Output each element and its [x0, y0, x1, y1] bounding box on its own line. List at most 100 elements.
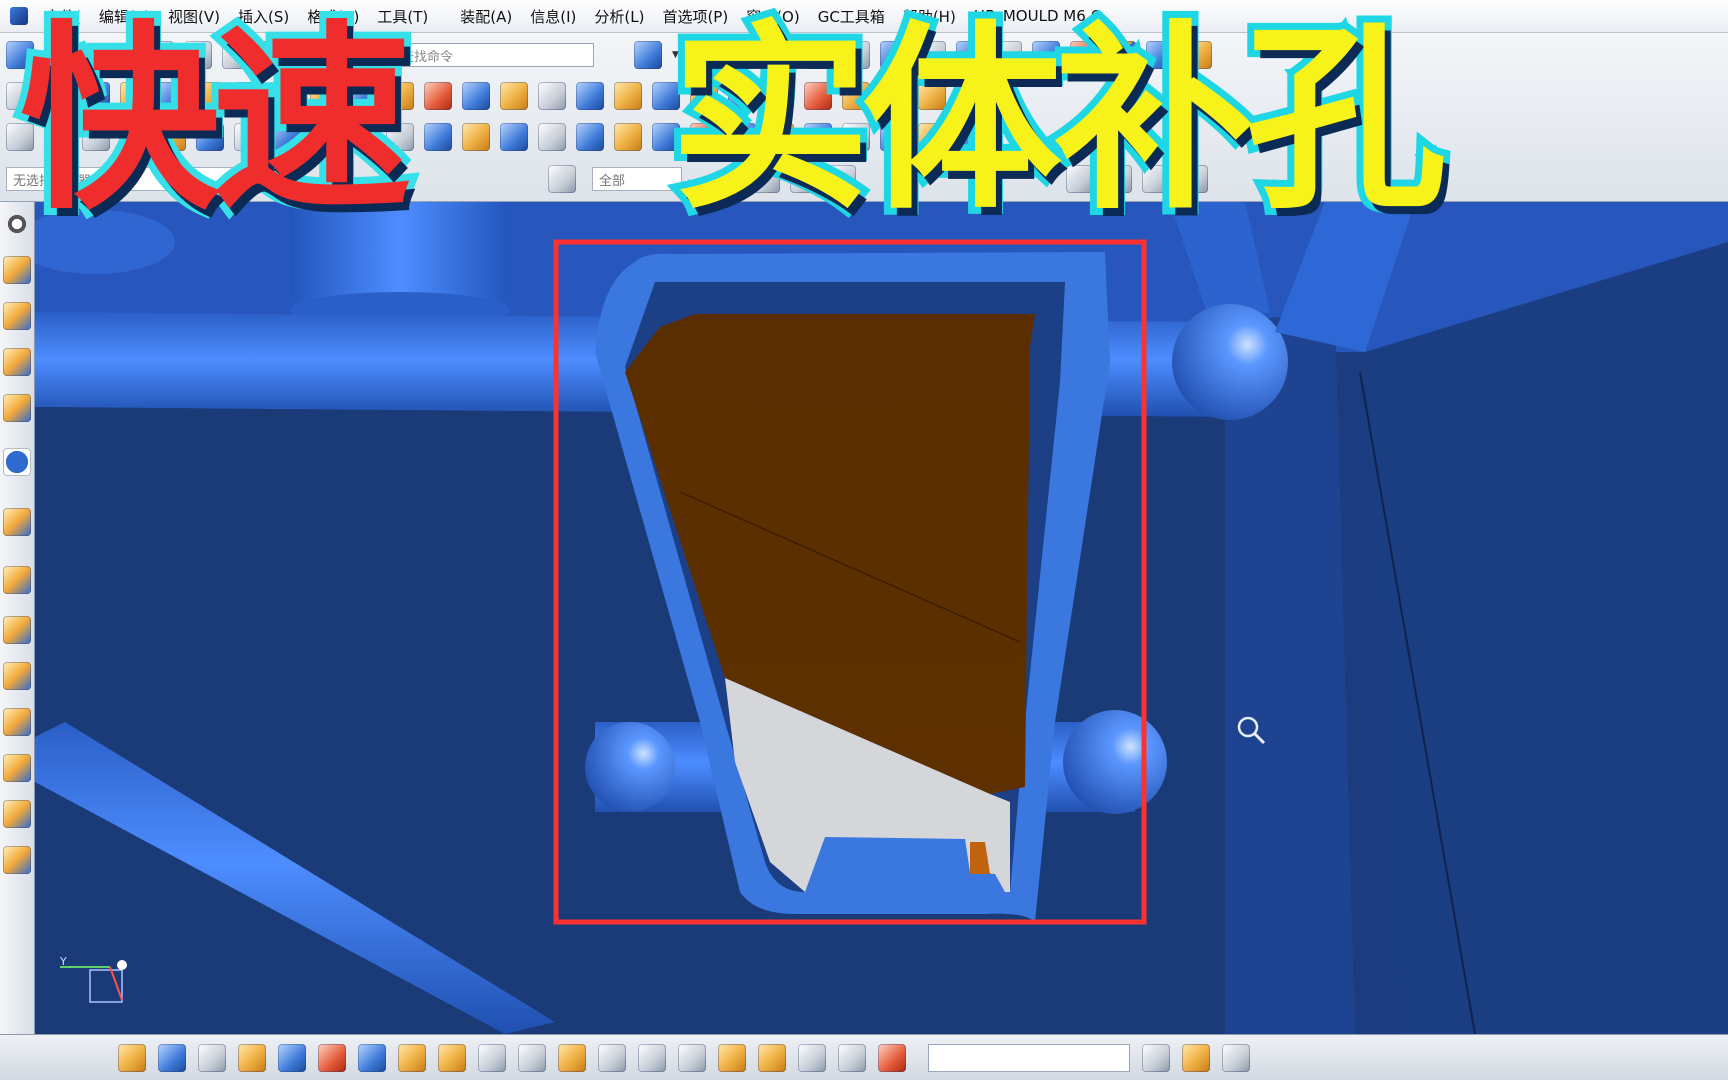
roles-icon[interactable] — [3, 754, 31, 782]
sew-icon[interactable] — [880, 82, 908, 110]
assembly-navigator-icon[interactable] — [3, 256, 31, 284]
clearance-icon[interactable] — [638, 1043, 666, 1072]
pad-icon[interactable] — [386, 82, 414, 110]
explode-view-icon[interactable] — [518, 1043, 546, 1072]
project-curve-icon[interactable] — [234, 123, 262, 151]
menu-assembly[interactable]: 装配(A) — [451, 6, 521, 27]
snap-icon[interactable] — [1108, 41, 1136, 69]
cylinder-icon[interactable] — [158, 82, 186, 110]
web-browser-icon[interactable] — [3, 508, 31, 536]
patch-icon[interactable] — [842, 82, 870, 110]
mirror-icon[interactable] — [918, 82, 946, 110]
point-icon[interactable] — [120, 123, 148, 151]
chevron-down-icon[interactable]: ▼ — [672, 51, 680, 60]
assembly-icon[interactable] — [118, 1043, 146, 1072]
gear-icon[interactable] — [1184, 41, 1212, 69]
n-sided-icon[interactable] — [576, 123, 604, 151]
arc-icon[interactable] — [44, 123, 72, 151]
remember-constraints-icon[interactable] — [478, 1043, 506, 1072]
move-component-icon[interactable] — [358, 1043, 386, 1072]
join-curve-icon[interactable] — [348, 123, 376, 151]
snap-center-icon[interactable] — [1142, 165, 1170, 193]
lasso-icon[interactable] — [828, 165, 856, 193]
menu-file[interactable]: 文件( — [36, 6, 90, 27]
bounded-plane-icon[interactable] — [614, 123, 642, 151]
process-studio-icon[interactable] — [3, 662, 31, 690]
add-component-icon[interactable] — [198, 1043, 226, 1072]
menu-edit[interactable]: 编辑(E) — [90, 6, 159, 27]
family-icon[interactable] — [758, 1043, 786, 1072]
csys-icon[interactable] — [1070, 41, 1098, 69]
database-icon[interactable] — [956, 41, 984, 69]
delete-icon[interactable] — [878, 1043, 906, 1072]
silhouette-icon[interactable] — [880, 123, 908, 151]
sketch-icon[interactable] — [6, 82, 34, 110]
split-body-icon[interactable] — [576, 82, 604, 110]
menu-window[interactable]: 窗口(O) — [737, 6, 809, 27]
menu-tools[interactable]: 工具(T) — [368, 6, 437, 27]
system-scenes-icon[interactable] — [3, 800, 31, 828]
redo-icon[interactable] — [336, 41, 364, 69]
info-icon[interactable] — [3, 448, 31, 476]
menu-hb-mould[interactable]: HB_MOULD M6.6 — [965, 7, 1109, 25]
x-form-icon[interactable] — [956, 123, 984, 151]
unite-icon[interactable] — [424, 82, 452, 110]
reuse-library-icon[interactable] — [3, 394, 31, 422]
thicken-icon[interactable] — [728, 123, 756, 151]
palette-icon[interactable] — [548, 165, 576, 193]
graphics-viewport[interactable] — [35, 202, 1728, 1034]
gear-icon[interactable] — [3, 210, 31, 238]
datum-axis-icon[interactable] — [196, 123, 224, 151]
history-clock-icon[interactable] — [3, 566, 31, 594]
offset-curve-icon[interactable] — [272, 123, 300, 151]
line-icon[interactable] — [6, 123, 34, 151]
camera-icon[interactable] — [918, 41, 946, 69]
wireframe-icon[interactable] — [766, 41, 794, 69]
subtract-icon[interactable] — [462, 82, 490, 110]
menu-analysis[interactable]: 分析(L) — [585, 6, 653, 27]
menu-view[interactable]: 视图(V) — [159, 6, 229, 27]
extrude-icon[interactable] — [44, 82, 72, 110]
start-button-label[interactable]: 启动 — [48, 45, 76, 65]
layer-icon[interactable] — [880, 41, 908, 69]
new-component-icon[interactable] — [238, 1043, 266, 1072]
move-icon[interactable] — [1032, 41, 1060, 69]
arrangement-icon[interactable] — [718, 1043, 746, 1072]
weight-icon[interactable] — [678, 1043, 706, 1072]
array-component-icon[interactable] — [278, 1043, 306, 1072]
array-icon[interactable] — [956, 82, 984, 110]
chamfer-icon[interactable] — [652, 82, 680, 110]
curve-icon[interactable] — [1222, 1043, 1250, 1072]
swept-icon[interactable] — [538, 123, 566, 151]
materials-icon[interactable] — [3, 846, 31, 874]
component-icon[interactable] — [158, 1043, 186, 1072]
revolve-icon[interactable] — [82, 82, 110, 110]
mesh-surface-icon[interactable] — [500, 123, 528, 151]
view-orient-icon[interactable] — [804, 41, 832, 69]
snap-endpoint-icon[interactable] — [1066, 165, 1094, 193]
envelope-icon[interactable] — [838, 1043, 866, 1072]
wave-linker-icon[interactable] — [598, 1043, 626, 1072]
intersect-icon[interactable] — [500, 82, 528, 110]
through-curves-icon[interactable] — [462, 123, 490, 151]
menu-information[interactable]: 信息(I) — [521, 6, 585, 27]
fit-view-icon[interactable] — [634, 41, 662, 69]
selection-scope-dropdown[interactable]: 全部 — [592, 167, 682, 191]
boss-icon[interactable] — [310, 82, 338, 110]
paste-icon[interactable] — [222, 41, 250, 69]
law-extension-icon[interactable] — [804, 123, 832, 151]
measure-icon[interactable] — [260, 41, 288, 69]
hole-icon[interactable] — [272, 82, 300, 110]
face-blend-icon[interactable] — [842, 123, 870, 151]
promote-icon[interactable] — [798, 1043, 826, 1072]
select-all-icon[interactable] — [752, 165, 780, 193]
edge-blend-icon[interactable] — [614, 82, 642, 110]
extract-icon[interactable] — [386, 123, 414, 151]
datum-plane-icon[interactable] — [158, 123, 186, 151]
part-navigator-icon[interactable] — [3, 348, 31, 376]
menu-preferences[interactable]: 首选项(P) — [653, 6, 737, 27]
start-icon[interactable] — [6, 41, 34, 69]
surface-offset-icon[interactable] — [766, 123, 794, 151]
draft-icon[interactable] — [728, 82, 756, 110]
snap-intersect-icon[interactable] — [1180, 165, 1208, 193]
